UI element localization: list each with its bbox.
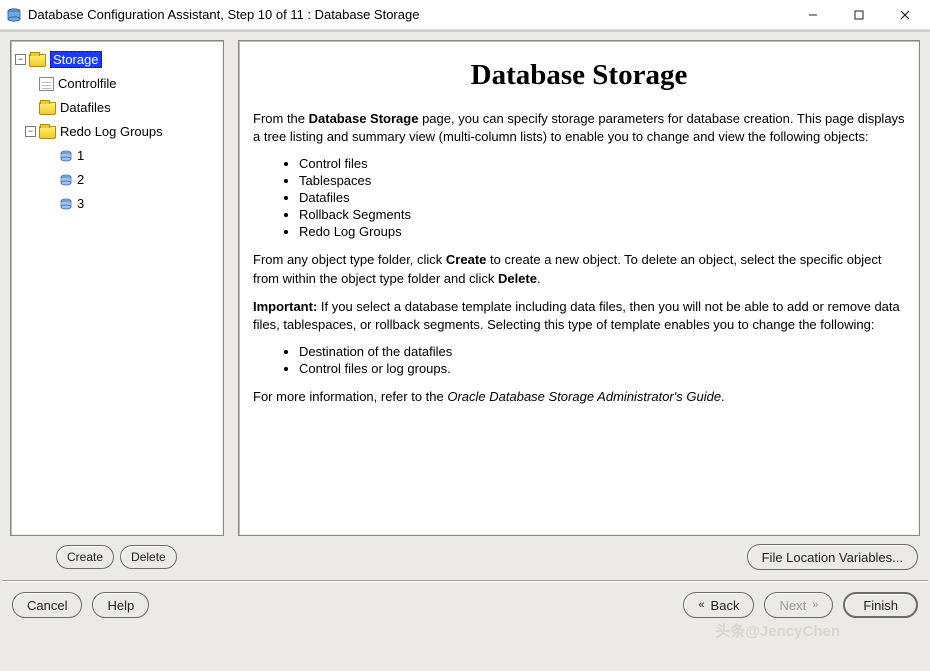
help-button[interactable]: Help: [92, 592, 149, 618]
important-paragraph: Important: If you select a database temp…: [253, 298, 905, 334]
redo-icon: [59, 150, 73, 163]
redo-icon: [59, 198, 73, 211]
objects-list: Control files Tablespaces Datafiles Roll…: [253, 156, 905, 239]
moreinfo-paragraph: For more information, refer to the Oracl…: [253, 388, 905, 406]
list-item: Control files or log groups.: [299, 361, 905, 376]
content-panel: Database Storage From the Database Stora…: [238, 40, 920, 536]
collapse-icon[interactable]: −: [15, 54, 26, 65]
finish-button[interactable]: Finish: [843, 592, 918, 618]
window-title: Database Configuration Assistant, Step 1…: [28, 7, 790, 22]
maximize-button[interactable]: [836, 0, 882, 30]
list-item: Destination of the datafiles: [299, 344, 905, 359]
minimize-button[interactable]: [790, 0, 836, 30]
tree-node-redo-3[interactable]: 3: [15, 191, 219, 215]
tree-node-storage[interactable]: − Storage: [15, 47, 219, 71]
tree-node-redo-1[interactable]: 1: [15, 143, 219, 167]
chevron-right-icon: »: [812, 599, 818, 611]
redo-icon: [59, 174, 73, 187]
app-icon: [6, 7, 22, 23]
chevron-left-icon: «: [698, 599, 704, 611]
delete-button[interactable]: Delete: [120, 545, 177, 569]
storage-tree[interactable]: − Storage Controlfile Datafiles − Redo L…: [10, 40, 224, 536]
file-icon: [39, 77, 54, 91]
folder-icon: [39, 126, 56, 139]
create-delete-paragraph: From any object type folder, click Creat…: [253, 251, 905, 287]
tree-label: Redo Log Groups: [60, 124, 163, 139]
tree-label: 2: [77, 172, 84, 187]
titlebar: Database Configuration Assistant, Step 1…: [0, 0, 930, 30]
folder-icon: [39, 102, 56, 115]
list-item: Datafiles: [299, 190, 905, 205]
list-item: Redo Log Groups: [299, 224, 905, 239]
tree-label: Storage: [50, 51, 102, 68]
tree-label: 3: [77, 196, 84, 211]
create-button[interactable]: Create: [56, 545, 114, 569]
collapse-icon[interactable]: −: [25, 126, 36, 137]
template-list: Destination of the datafiles Control fil…: [253, 344, 905, 376]
tree-node-datafiles[interactable]: Datafiles: [15, 95, 219, 119]
tree-label: Datafiles: [60, 100, 111, 115]
back-button[interactable]: « Back: [683, 592, 754, 618]
intro-paragraph: From the Database Storage page, you can …: [253, 110, 905, 146]
tree-node-redo-groups[interactable]: − Redo Log Groups: [15, 119, 219, 143]
page-title: Database Storage: [253, 59, 905, 92]
close-button[interactable]: [882, 0, 928, 30]
list-item: Control files: [299, 156, 905, 171]
next-button[interactable]: Next »: [764, 592, 833, 618]
folder-icon: [29, 54, 46, 67]
list-item: Rollback Segments: [299, 207, 905, 222]
tree-node-redo-2[interactable]: 2: [15, 167, 219, 191]
cancel-button[interactable]: Cancel: [12, 592, 82, 618]
separator: [2, 580, 928, 582]
file-location-variables-button[interactable]: File Location Variables...: [747, 544, 918, 570]
tree-label: 1: [77, 148, 84, 163]
tree-label: Controlfile: [58, 76, 117, 91]
tree-node-controlfile[interactable]: Controlfile: [15, 71, 219, 95]
list-item: Tablespaces: [299, 173, 905, 188]
